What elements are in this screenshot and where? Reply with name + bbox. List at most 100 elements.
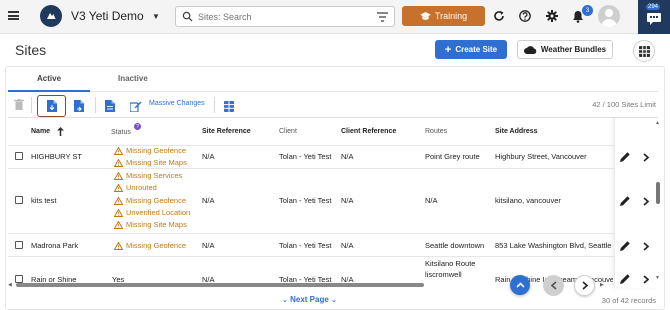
row-checkbox[interactable] xyxy=(15,196,23,204)
site-reference: N/A xyxy=(202,152,215,161)
site-name[interactable]: kits test xyxy=(31,196,56,205)
pencil-icon[interactable] xyxy=(620,196,630,206)
row-checkbox[interactable] xyxy=(15,275,23,283)
client-reference: N/A xyxy=(341,152,354,161)
tab-active[interactable]: Active xyxy=(37,74,61,83)
gear-icon[interactable] xyxy=(546,10,558,22)
search-box[interactable] xyxy=(175,6,395,27)
column-header-site-reference[interactable]: Site Reference xyxy=(202,128,251,135)
chevron-right-icon[interactable] xyxy=(643,242,649,251)
column-settings-button[interactable] xyxy=(220,95,238,117)
chevron-right-icon[interactable] xyxy=(643,275,649,284)
status-warning: Unverified Location xyxy=(114,208,190,217)
toolbar-divider xyxy=(214,97,215,113)
client-reference: N/A xyxy=(341,241,354,250)
column-header-site-address[interactable]: Site Address xyxy=(495,128,538,135)
row-actions-column xyxy=(614,118,658,288)
status-warning: Missing Site Maps xyxy=(114,158,187,167)
page-title: Sites xyxy=(15,42,47,58)
scroll-to-top-button[interactable] xyxy=(510,275,530,295)
warning-icon xyxy=(114,208,123,217)
column-header-status[interactable]: Status xyxy=(111,129,131,136)
routes: Kitsilano Route xyxy=(425,259,476,268)
chat-icon xyxy=(647,13,661,25)
chevron-right-icon[interactable] xyxy=(643,153,649,162)
layout-settings-button[interactable] xyxy=(633,40,655,62)
next-page-link[interactable]: ⌄ Next Page ⌄ xyxy=(282,295,337,304)
row-checkbox[interactable] xyxy=(15,152,23,160)
pencil-icon[interactable] xyxy=(620,241,630,251)
file-import-icon xyxy=(46,100,57,112)
chevron-down-icon: ⌄ xyxy=(331,297,337,304)
status-warning: Unrouted xyxy=(114,183,157,192)
app-logo[interactable] xyxy=(40,5,62,27)
column-header-name[interactable]: Name xyxy=(31,128,50,135)
top-bar: V3 Yeti Demo ▼ Training 3 294 xyxy=(0,0,670,34)
row-divider xyxy=(8,233,616,234)
training-button[interactable]: Training xyxy=(402,6,485,26)
next-page-button[interactable] xyxy=(574,275,595,296)
search-input[interactable] xyxy=(198,9,368,24)
import-sites-button[interactable] xyxy=(37,95,66,117)
filter-icon[interactable] xyxy=(377,12,388,22)
site-address: Highbury Street, Vancouver xyxy=(495,152,587,161)
client-reference: N/A xyxy=(341,196,354,205)
status-warning: Missing Services xyxy=(114,171,182,180)
massive-changes-label[interactable]: Massive Changes xyxy=(149,100,205,107)
vertical-scrollbar-thumb[interactable] xyxy=(656,182,660,204)
menu-icon[interactable] xyxy=(8,11,19,20)
app-title[interactable]: V3 Yeti Demo xyxy=(71,9,144,23)
row-checkbox[interactable] xyxy=(15,241,23,249)
sort-ascending-icon[interactable] xyxy=(57,127,64,136)
avatar[interactable] xyxy=(598,5,620,27)
info-icon[interactable]: ? xyxy=(134,123,141,130)
column-header-routes[interactable]: Routes xyxy=(425,128,447,135)
previous-page-button[interactable] xyxy=(543,275,564,296)
warning-icon xyxy=(114,183,123,192)
tab-active-indicator xyxy=(8,90,90,92)
toolbar-divider xyxy=(31,97,32,113)
massive-changes-button[interactable] xyxy=(126,95,146,117)
site-reference: N/A xyxy=(202,196,215,205)
warning-icon xyxy=(114,196,123,205)
trash-icon[interactable] xyxy=(14,99,24,110)
next-page-label: Next Page xyxy=(290,295,329,304)
refresh-icon[interactable] xyxy=(493,10,505,22)
row-divider xyxy=(8,256,616,257)
routes: N/A xyxy=(425,196,438,205)
scroll-left-arrow[interactable]: ◀ xyxy=(8,282,12,288)
pencil-icon[interactable] xyxy=(620,152,630,162)
file-export-icon xyxy=(74,100,84,112)
chevron-left-icon xyxy=(550,281,557,290)
training-label: Training xyxy=(434,11,468,21)
tab-inactive[interactable]: Inactive xyxy=(118,74,148,83)
routes-extra: liscromwell xyxy=(425,270,462,279)
pdf-export-button[interactable] xyxy=(101,95,119,117)
site-reference: N/A xyxy=(202,241,215,250)
status-warning: Missing Geofence xyxy=(114,196,186,205)
help-icon[interactable] xyxy=(519,10,531,22)
pencil-icon[interactable] xyxy=(620,274,630,284)
records-count: 30 of 42 records xyxy=(601,296,656,305)
toolbar-divider xyxy=(95,97,96,113)
status-warning: Missing Site Maps xyxy=(114,220,187,229)
create-site-button[interactable]: + Create Site xyxy=(435,40,507,59)
client: Tolan - Yeti Test xyxy=(279,152,332,161)
scroll-up-arrow[interactable]: ▲ xyxy=(655,120,660,126)
chevron-down-icon[interactable]: ▼ xyxy=(152,12,160,21)
columns-icon xyxy=(224,100,234,112)
column-header-client-reference[interactable]: Client Reference xyxy=(341,128,396,135)
horizontal-scrollbar-thumb[interactable] xyxy=(16,283,424,287)
column-header-client[interactable]: Client xyxy=(279,128,297,135)
graduation-cap-icon xyxy=(420,11,431,20)
chevron-right-icon xyxy=(581,281,588,290)
scroll-right-arrow[interactable]: ▶ xyxy=(600,282,604,288)
warning-icon xyxy=(114,171,123,180)
site-name[interactable]: HIGHBURY ST xyxy=(31,152,82,161)
site-name[interactable]: Madrona Park xyxy=(31,241,78,250)
export-sites-button[interactable] xyxy=(70,95,88,117)
scroll-down-arrow[interactable]: ▼ xyxy=(655,275,660,281)
warning-icon xyxy=(114,146,123,155)
chevron-right-icon[interactable] xyxy=(643,197,649,206)
weather-bundles-button[interactable]: Weather Bundles xyxy=(517,40,613,59)
